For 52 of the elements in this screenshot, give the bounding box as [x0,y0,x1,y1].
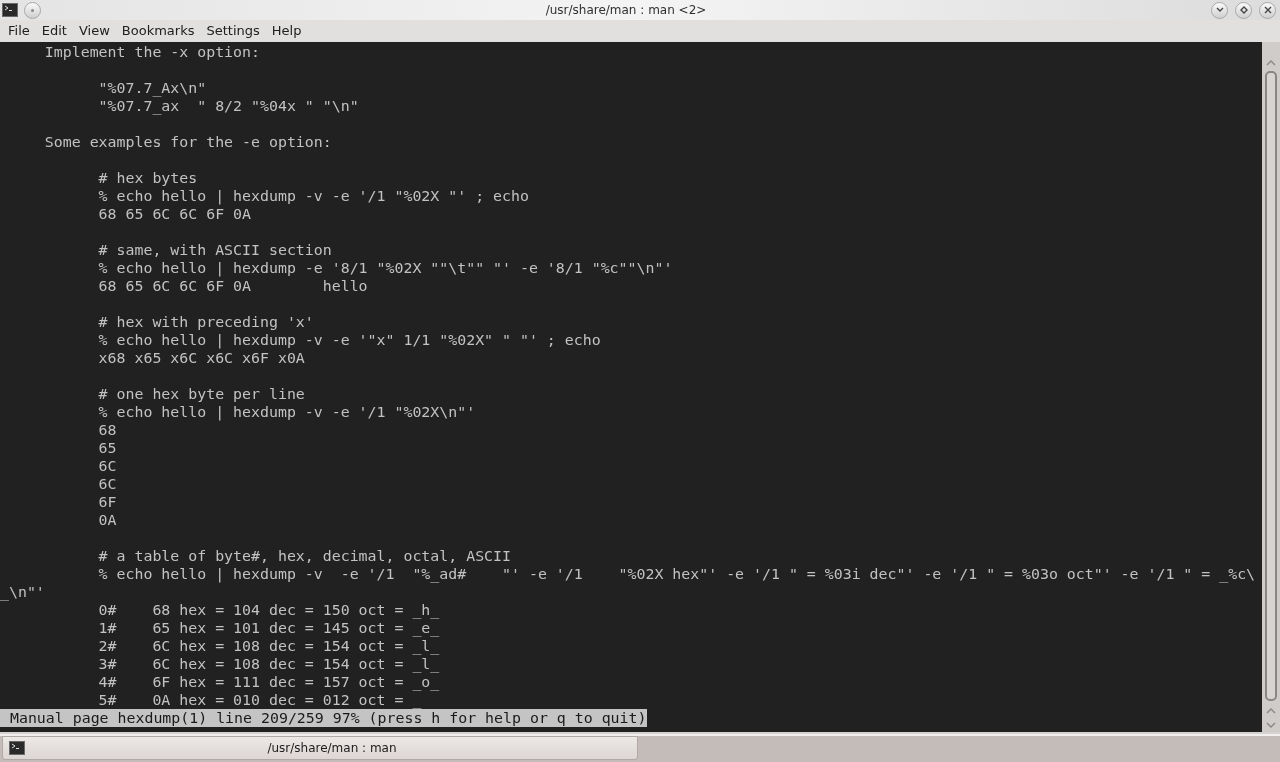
terminal-line: 4# 6F hex = 111 dec = 157 oct = _o_ [97,673,440,691]
terminal-line: x68 x65 x6C x6C x6F x0A [97,349,305,367]
terminal-line: 68 [97,421,117,439]
menu-item[interactable]: File [2,21,36,41]
terminal-line: % echo hello | hexdump -v -e '/1 "%02X "' ; echo [97,187,529,205]
terminal-line: % echo hello | hexdump -v -e '/1 "%_ad# "' -e '/1 "%02X hex"' -e '/1 " = %03i dec"' -e '/1 " = %03o oct"' -e '/1 " = _%c\ [97,565,1256,583]
terminal-line: % echo hello | hexdump -e '8/1 "%02X ""\t"" "' -e '8/1 "%c""\n"' [97,259,673,277]
taskbar-task[interactable]: /usr/share/man : man [2,736,638,760]
terminal-line: 3# 6C hex = 108 dec = 154 oct = _l_ [97,655,440,673]
terminal-line: 5# 0A hex = 010 dec = 012 oct = _ [97,691,422,709]
terminal-line: 6C [97,475,117,493]
close-icon [1263,6,1272,14]
maximize-button[interactable] [1235,1,1252,19]
menu-item[interactable]: Settings [200,21,266,41]
close-button[interactable] [1259,1,1276,19]
scroll-up-icon[interactable] [1266,707,1276,715]
chevron-down-icon [1215,7,1224,13]
scrollbar[interactable] [1262,42,1280,732]
terminal-line: 65 [97,439,117,457]
terminal-line: 68 65 6C 6C 6F 0A hello [97,277,368,295]
terminal-line: Some examples for the -e option: [43,133,332,151]
terminal-line: # same, with ASCII section [97,241,332,259]
scroll-down-icon[interactable] [1266,721,1276,729]
scroll-up-icon[interactable] [1266,59,1276,67]
terminal-line: "%07.7_Ax\n" [97,79,207,97]
menu-item[interactable]: Bookmarks [115,21,201,41]
terminal-line: 1# 65 hex = 101 dec = 145 oct = _e_ [97,619,440,637]
terminal-line: # hex with preceding 'x' [97,313,314,331]
terminal-line: Implement the -x option: [43,43,260,61]
terminal-line: # a table of byte#, hex, decimal, octal, ASCII [97,547,511,565]
terminal-line: 0# 68 hex = 104 dec = 150 oct = _h_ [97,601,440,619]
terminal-line: % echo hello | hexdump -v -e '/1 "%02X\n"' [97,403,476,421]
terminal-line: _\n"' [0,583,45,601]
terminal-line: # hex bytes [97,169,198,187]
terminal-icon [2,3,18,17]
window-title: /usr/share/man : man <2> [545,2,707,19]
terminal-line: # one hex byte per line [97,385,305,403]
terminal-line: 68 65 6C 6C 6F 0A [97,205,252,223]
scrollbar-thumb[interactable] [1265,71,1277,701]
terminal-line: 0A [97,511,117,529]
terminal-icon [9,741,25,755]
diamond-icon [1239,6,1248,14]
terminal-line: % echo hello | hexdump -v -e '"x" 1/1 "%02X" " "' ; echo [97,331,601,349]
menu-item[interactable]: View [72,21,116,41]
terminal-line: 2# 6C hex = 108 dec = 154 oct = _l_ [97,637,440,655]
terminal-line: 6F [97,493,117,511]
terminal-line: "%07.7_ax " 8/2 "%04x " "\n" [97,97,359,115]
minimize-button[interactable] [1211,1,1228,19]
pin-button[interactable] [24,1,41,19]
terminal-line: 6C [97,457,117,475]
menu-item[interactable]: Edit [35,21,73,41]
menu-item[interactable]: Help [265,21,308,41]
